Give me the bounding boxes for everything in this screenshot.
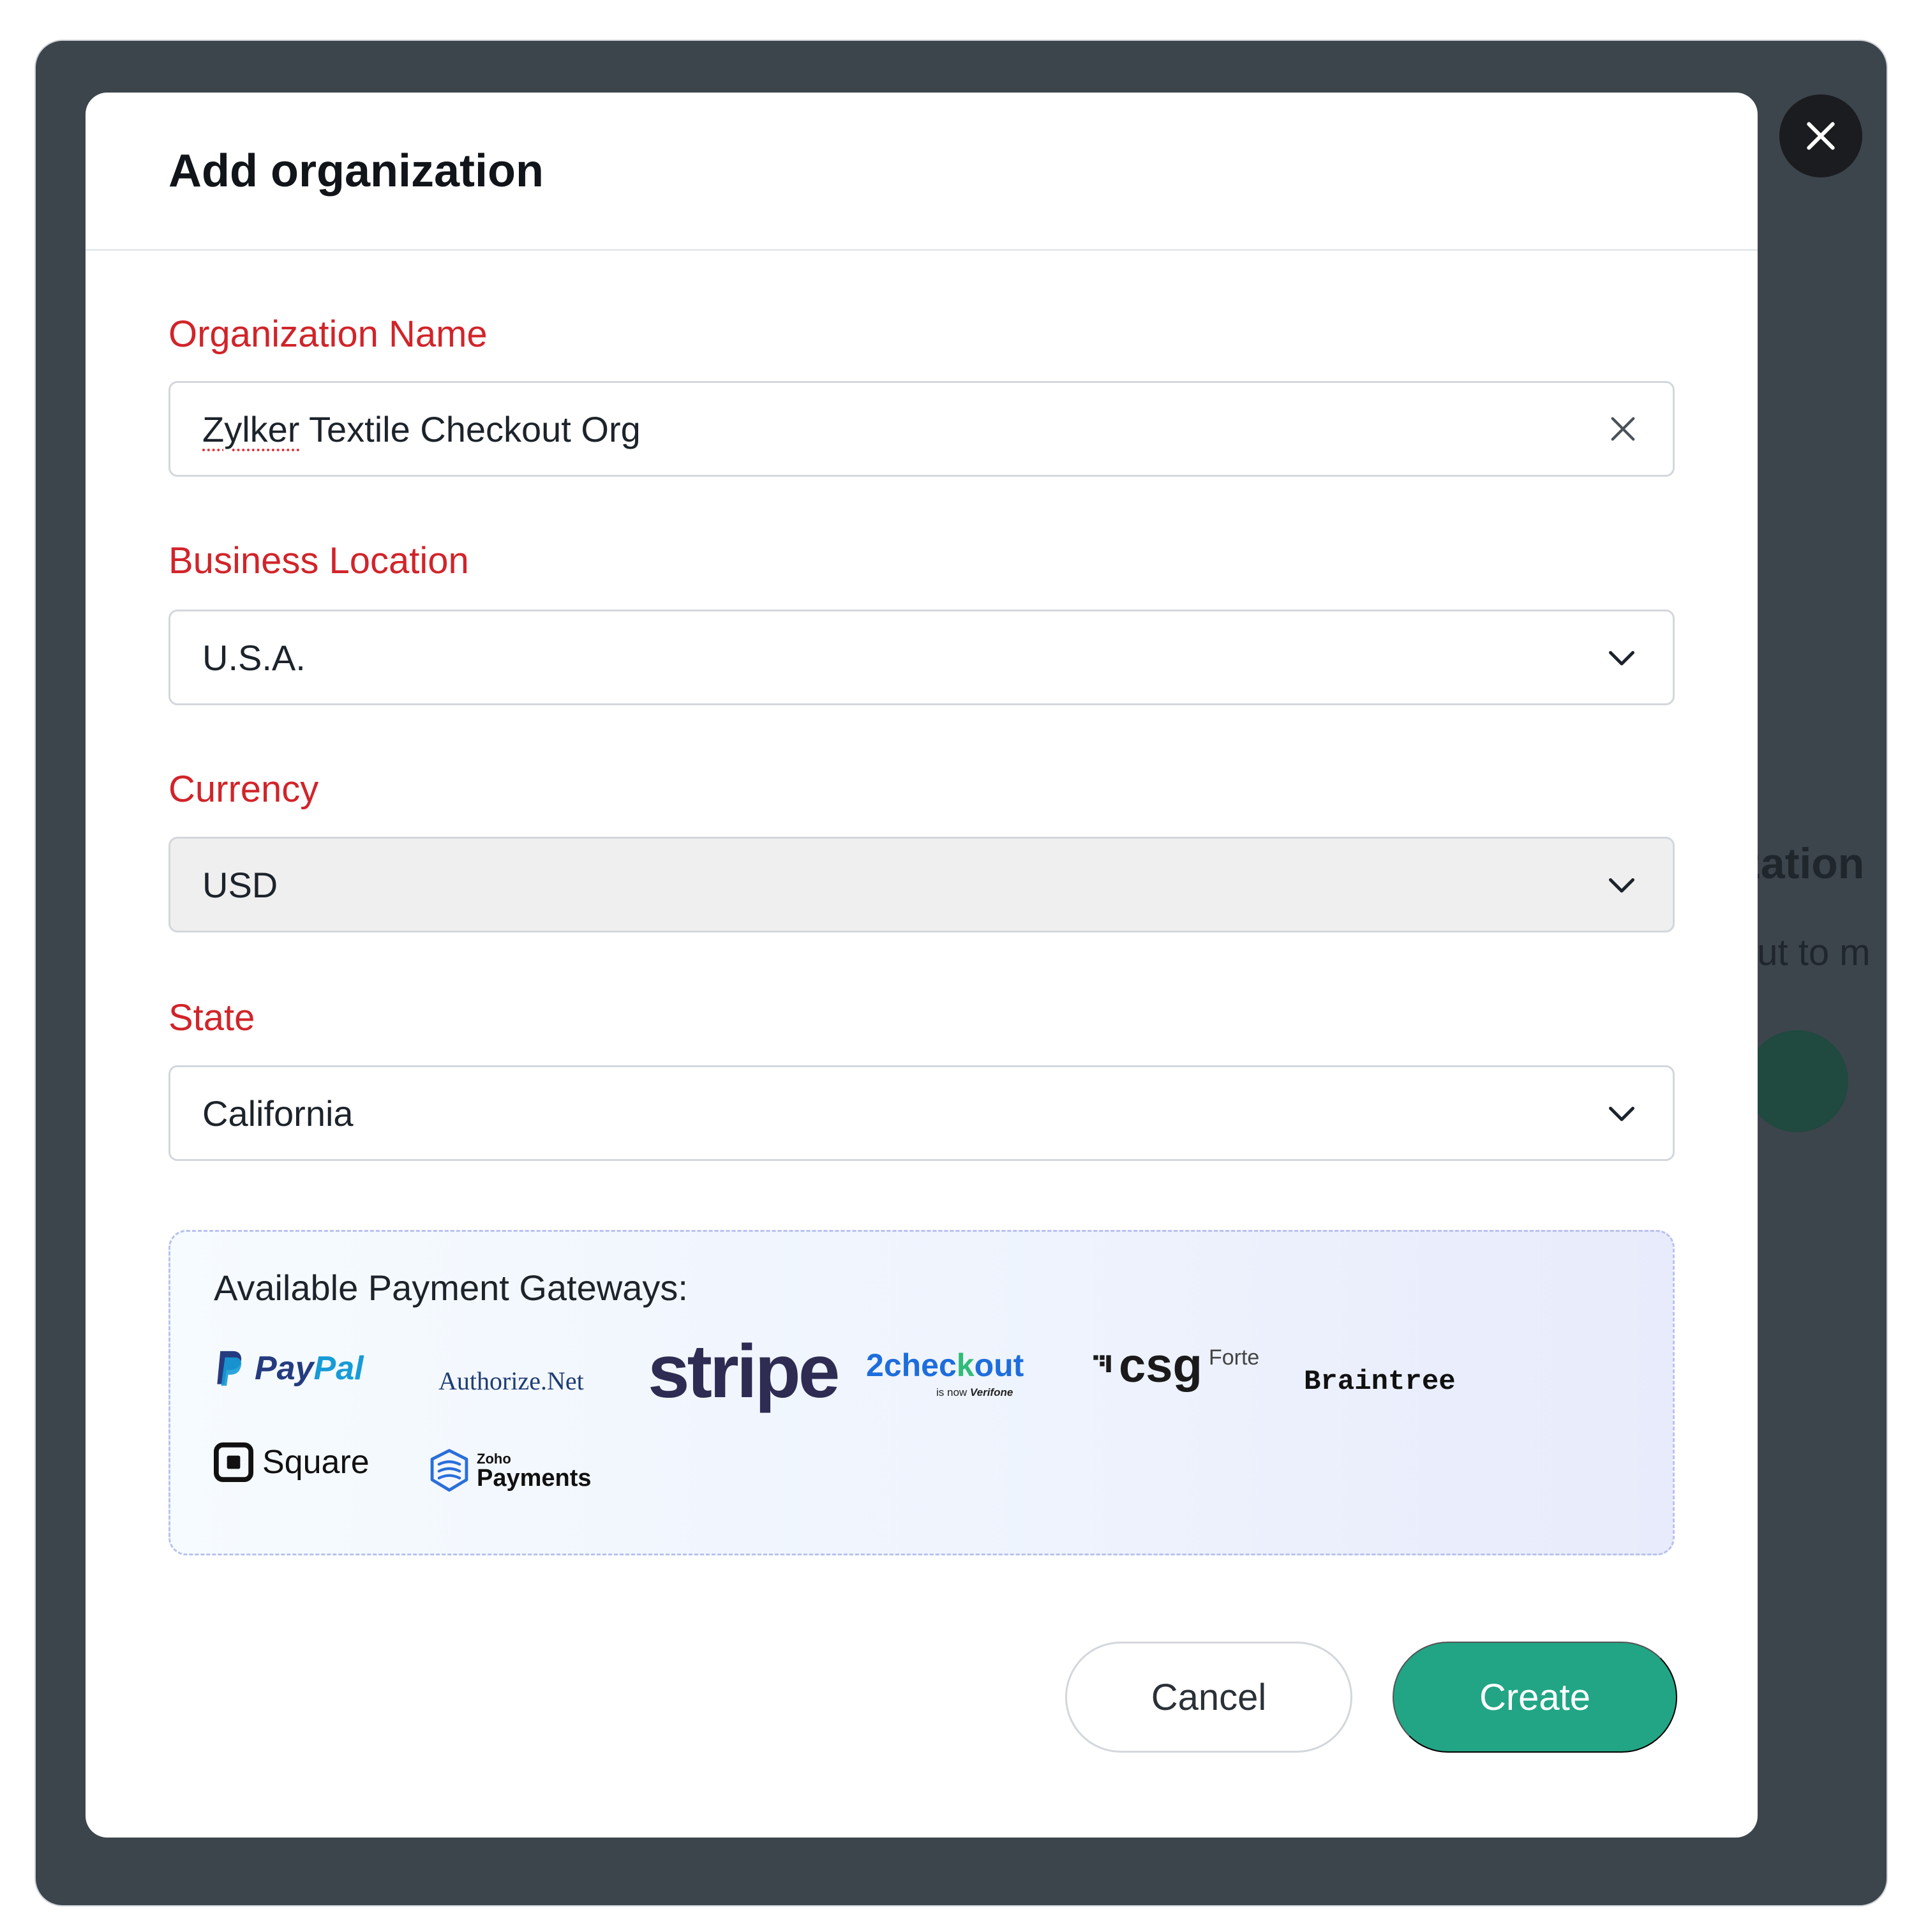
business-location-value: U.S.A. bbox=[202, 637, 306, 678]
payment-gateways-title: Available Payment Gateways: bbox=[214, 1268, 688, 1308]
2checkout-text-check: chec bbox=[883, 1347, 957, 1383]
close-modal-button[interactable] bbox=[1779, 94, 1862, 177]
csg-text: csg bbox=[1119, 1338, 1202, 1393]
org-name-input[interactable]: Zylker Textile Checkout Org bbox=[168, 381, 1675, 477]
state-value: California bbox=[202, 1093, 354, 1134]
create-button[interactable]: Create bbox=[1393, 1642, 1677, 1753]
paypal-text-pay: Pay bbox=[255, 1350, 314, 1387]
2checkout-sub-brand: Verifone bbox=[969, 1386, 1013, 1398]
stripe-logo: stripe bbox=[648, 1329, 840, 1414]
chevron-down-icon bbox=[1609, 1107, 1634, 1121]
braintree-logo: Braintree bbox=[1304, 1366, 1456, 1398]
authorize-net-logo: Authorize.Net bbox=[438, 1367, 584, 1395]
paypal-text-pal: Pal bbox=[313, 1350, 364, 1387]
business-location-select[interactable]: U.S.A. bbox=[168, 610, 1675, 705]
modal-header: Add organization bbox=[86, 93, 1758, 251]
currency-value: USD bbox=[202, 864, 278, 905]
csg-forte-logo: csg Forte bbox=[1093, 1342, 1259, 1390]
cancel-button[interactable]: Cancel bbox=[1065, 1642, 1352, 1753]
state-label: State bbox=[168, 997, 255, 1038]
org-name-misspelled-word: Zylker bbox=[202, 408, 300, 449]
state-select[interactable]: California bbox=[168, 1065, 1675, 1161]
chevron-down-icon bbox=[1609, 651, 1634, 666]
square-text: Square bbox=[262, 1444, 370, 1481]
currency-select[interactable]: USD bbox=[168, 837, 1675, 932]
currency-label: Currency bbox=[168, 768, 319, 810]
forte-text: Forte bbox=[1208, 1345, 1260, 1370]
square-mark-icon bbox=[214, 1442, 253, 1482]
close-icon bbox=[1807, 122, 1835, 150]
business-location-label: Business Location bbox=[168, 540, 469, 581]
paypal-logo: PayPal bbox=[214, 1348, 364, 1389]
add-organization-modal: Add organization Organization Name Zylke… bbox=[86, 93, 1758, 1838]
clear-icon[interactable] bbox=[1605, 411, 1641, 447]
csg-mark-icon bbox=[1093, 1355, 1111, 1372]
zoho-payments-logo: Zoho Payments bbox=[428, 1449, 592, 1494]
zoho-payments-mark-icon bbox=[430, 1449, 468, 1492]
payment-gateways-panel: Available Payment Gateways: PayPal Autho… bbox=[168, 1230, 1675, 1555]
org-name-value: Zylker Textile Checkout Org bbox=[202, 408, 1605, 450]
paypal-mark-icon bbox=[217, 1351, 242, 1386]
2checkout-text-two: 2 bbox=[866, 1347, 884, 1383]
2checkout-sub-prefix: is now bbox=[936, 1386, 970, 1398]
2checkout-text-k: k bbox=[956, 1347, 975, 1383]
org-name-value-rest: Textile Checkout Org bbox=[299, 408, 641, 449]
background-button bbox=[1746, 1030, 1848, 1132]
square-logo: Square bbox=[214, 1442, 370, 1482]
zoho-text: Zoho bbox=[477, 1451, 511, 1467]
chevron-down-icon bbox=[1609, 878, 1634, 893]
payments-text: Payments bbox=[477, 1465, 592, 1492]
org-name-label: Organization Name bbox=[168, 313, 488, 355]
modal-title: Add organization bbox=[168, 145, 544, 197]
2checkout-logo: 2checkout is now Verifone bbox=[866, 1347, 1024, 1398]
2checkout-text-out: out bbox=[974, 1347, 1024, 1383]
